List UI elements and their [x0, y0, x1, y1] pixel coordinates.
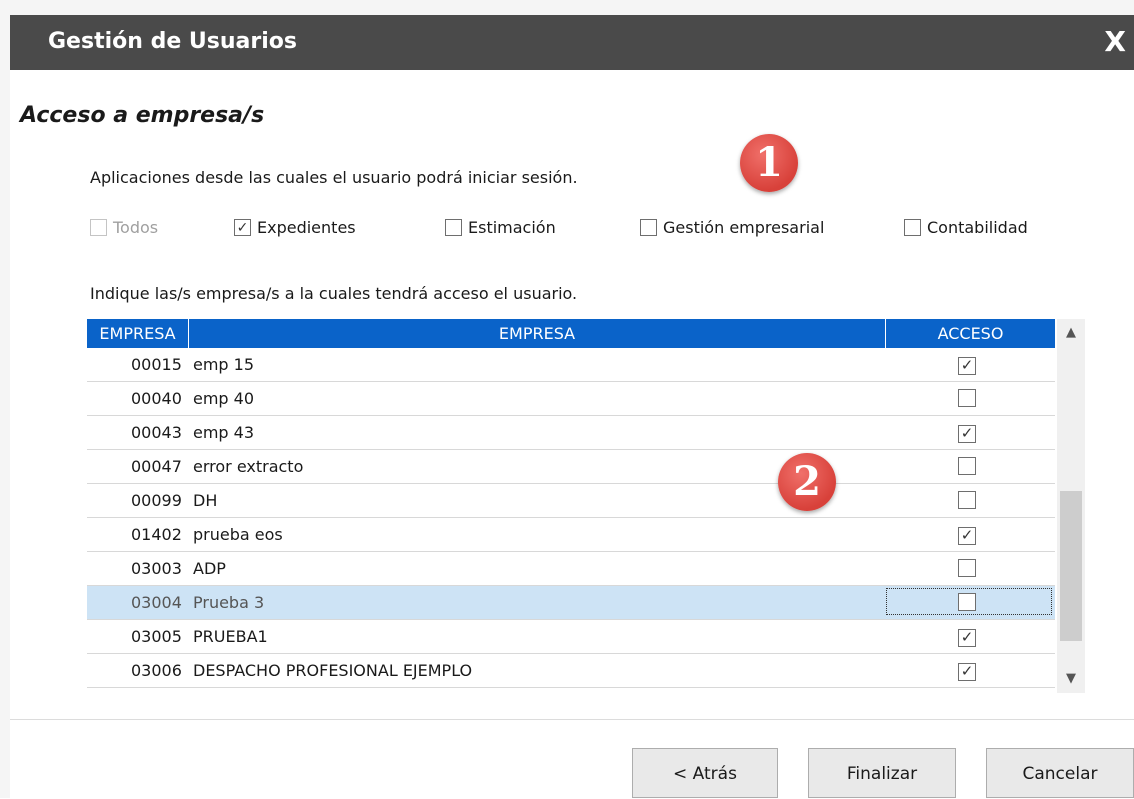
- access-checkbox[interactable]: [958, 491, 976, 509]
- cell-company-code: 03004: [131, 593, 182, 612]
- cell-access: [958, 559, 976, 581]
- table-row[interactable]: 01402 prueba eos ✓: [87, 518, 1055, 552]
- check-icon: ✓: [960, 526, 974, 544]
- column-header-access[interactable]: ACCESO: [886, 319, 1055, 348]
- table-row[interactable]: 00047 error extracto: [87, 450, 1055, 484]
- access-checkbox[interactable]: [958, 593, 976, 611]
- cell-access: [958, 593, 976, 615]
- app-label: Estimación: [468, 218, 556, 237]
- cell-company-name: prueba eos: [193, 525, 283, 544]
- table-row[interactable]: 03003 ADP: [87, 552, 1055, 586]
- cell-company-name: ADP: [193, 559, 226, 578]
- cell-company-name: DH: [193, 491, 218, 510]
- chevron-down-icon[interactable]: ▼: [1057, 665, 1085, 693]
- cell-company-code: 03005: [131, 627, 182, 646]
- access-checkbox[interactable]: ✓: [958, 628, 976, 647]
- cell-access: ✓: [958, 423, 976, 443]
- checkbox-gestion-empresarial[interactable]: [640, 219, 657, 236]
- cell-access: ✓: [958, 627, 976, 647]
- app-option-todos: Todos: [90, 218, 158, 237]
- apps-description: Aplicaciones desde las cuales el usuario…: [90, 168, 578, 187]
- cell-company-code: 03006: [131, 661, 182, 680]
- cell-access: ✓: [958, 525, 976, 545]
- cell-company-name: Prueba 3: [193, 593, 265, 612]
- app-label: Gestión empresarial: [663, 218, 825, 237]
- vertical-scrollbar[interactable]: ▲ ▼: [1057, 319, 1085, 693]
- table-row[interactable]: 03004 Prueba 3: [87, 586, 1055, 620]
- cell-company-name: error extracto: [193, 457, 304, 476]
- cell-company-code: 00099: [131, 491, 182, 510]
- grid-header: EMPRESA EMPRESA ACCESO: [87, 319, 1055, 348]
- finish-button[interactable]: Finalizar: [808, 748, 956, 798]
- access-checkbox[interactable]: [958, 559, 976, 577]
- cell-access: [958, 457, 976, 479]
- companies-grid: EMPRESA EMPRESA ACCESO 00015 emp 15 ✓ 00040…: [87, 319, 1087, 693]
- app-option-contabilidad[interactable]: Contabilidad: [904, 218, 1028, 237]
- table-row[interactable]: 00015 emp 15 ✓: [87, 348, 1055, 382]
- check-icon: ✓: [960, 356, 974, 374]
- annotation-badge-1: 1: [740, 134, 798, 192]
- cell-company-name: emp 40: [193, 389, 255, 408]
- cell-company-name: DESPACHO PROFESIONAL EJEMPLO: [193, 661, 473, 680]
- annotation-badge-2: 2: [778, 453, 836, 511]
- table-row[interactable]: 03007asdasd✓: [87, 688, 1055, 693]
- cell-access: [958, 389, 976, 411]
- checkbox-estimacion[interactable]: [445, 219, 462, 236]
- window-left-edge: [0, 15, 10, 798]
- access-checkbox[interactable]: [958, 389, 976, 407]
- chevron-up-icon[interactable]: ▲: [1057, 319, 1085, 347]
- grid-rows: 00015 emp 15 ✓ 00040 emp 40 00043 emp 43 ✓ 00047…: [87, 348, 1055, 693]
- back-button[interactable]: < Atrás: [632, 748, 778, 798]
- cell-company-code: 01402: [131, 525, 182, 544]
- cell-company-code: 00015: [131, 355, 182, 374]
- scrollbar-thumb[interactable]: [1060, 491, 1082, 641]
- access-checkbox[interactable]: [958, 457, 976, 475]
- table-row[interactable]: 00099 DH: [87, 484, 1055, 518]
- check-icon: ✓: [236, 219, 249, 236]
- cancel-button[interactable]: Cancelar: [986, 748, 1134, 798]
- app-label: Todos: [113, 218, 159, 237]
- access-checkbox[interactable]: ✓: [958, 662, 976, 681]
- close-icon[interactable]: X: [1104, 25, 1126, 58]
- table-row[interactable]: 03005 PRUEBA1 ✓: [87, 620, 1055, 654]
- cell-access: ✓: [958, 355, 976, 375]
- cell-company-code: 00043: [131, 423, 182, 442]
- app-option-estimacion[interactable]: Estimación: [445, 218, 556, 237]
- cell-company-code: 00047: [131, 457, 182, 476]
- cell-company-code: 00040: [131, 389, 182, 408]
- footer-divider: [10, 719, 1134, 720]
- check-icon: ✓: [960, 424, 974, 442]
- cell-access: ✓: [958, 661, 976, 681]
- cell-access: [958, 491, 976, 513]
- app-option-gestion-empresarial[interactable]: Gestión empresarial: [640, 218, 824, 237]
- cell-company-name: emp 15: [193, 355, 255, 374]
- app-label: Contabilidad: [927, 218, 1028, 237]
- access-checkbox[interactable]: ✓: [958, 526, 976, 545]
- checkbox-expedientes[interactable]: ✓: [234, 219, 251, 236]
- access-checkbox[interactable]: ✓: [958, 356, 976, 375]
- app-option-expedientes[interactable]: ✓ Expedientes: [234, 218, 356, 237]
- table-row[interactable]: 00040 emp 40: [87, 382, 1055, 416]
- title-bar: Gestión de Usuarios X: [10, 15, 1134, 70]
- checkbox-todos: [90, 219, 107, 236]
- column-header-name[interactable]: EMPRESA: [189, 319, 886, 348]
- section-title: Acceso a empresa/s: [20, 103, 265, 128]
- column-header-code[interactable]: EMPRESA: [87, 319, 189, 348]
- check-icon: ✓: [960, 662, 974, 680]
- access-checkbox[interactable]: ✓: [958, 424, 976, 443]
- window-title: Gestión de Usuarios: [48, 29, 297, 54]
- window-top-strip: [0, 0, 1134, 15]
- cell-company-name: PRUEBA1: [193, 627, 268, 646]
- app-label: Expedientes: [257, 218, 356, 237]
- cell-company-name: emp 43: [193, 423, 255, 442]
- table-row[interactable]: 00043 emp 43 ✓: [87, 416, 1055, 450]
- companies-description: Indique las/s empresa/s a la cuales tend…: [90, 284, 578, 303]
- check-icon: ✓: [960, 628, 974, 646]
- table-row[interactable]: 03006 DESPACHO PROFESIONAL EJEMPLO ✓: [87, 654, 1055, 688]
- cell-company-code: 03003: [131, 559, 182, 578]
- checkbox-contabilidad[interactable]: [904, 219, 921, 236]
